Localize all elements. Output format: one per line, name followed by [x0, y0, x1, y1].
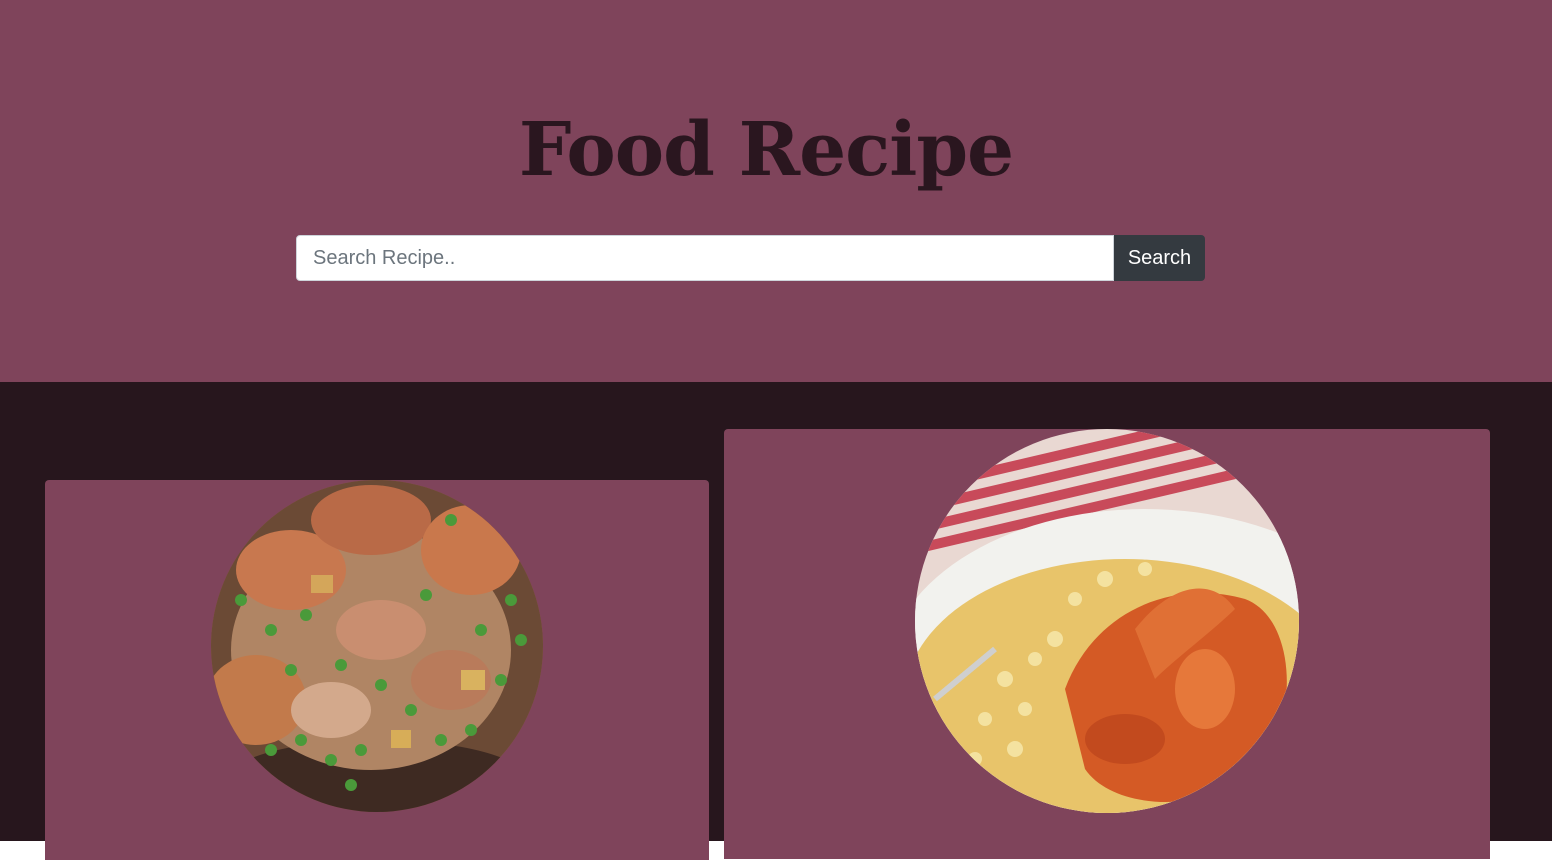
page-title: Food Recipe [518, 107, 1014, 193]
recipe-card[interactable] [45, 480, 709, 860]
recipe-card[interactable] [724, 429, 1490, 859]
search-input[interactable] [296, 235, 1114, 281]
search-button[interactable]: Search [1114, 235, 1205, 281]
chicken-peas-stew-photo[interactable] [211, 480, 543, 812]
recipe-results [0, 382, 1552, 860]
chicken-curry-rice-photo[interactable] [915, 429, 1299, 813]
hero-header: Food Recipe Search [0, 0, 1552, 382]
